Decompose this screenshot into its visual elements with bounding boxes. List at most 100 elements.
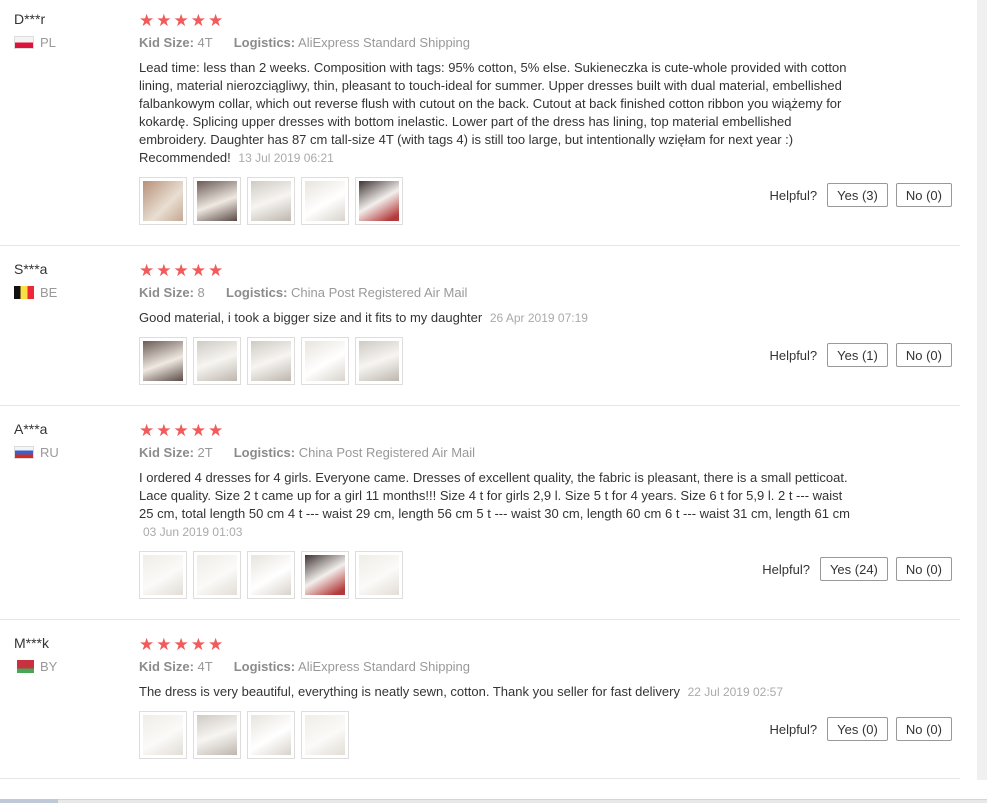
review-text-block: The dress is very beautiful, everything … [139, 683, 859, 701]
review-photo[interactable] [301, 177, 349, 225]
helpful-yes-button[interactable]: Yes (0) [827, 717, 888, 741]
helpful-yes-button[interactable]: Yes (24) [819, 557, 888, 581]
review-item: M***k BY ★★★★★ Kid Size: 4T Logistics: A… [0, 635, 960, 779]
country-code: BE [40, 285, 58, 300]
review-content: ★★★★★ Kid Size: 4T Logistics: AliExpress… [139, 11, 859, 225]
logistics-label: Logistics: [233, 659, 296, 674]
helpful-label: Helpful? [769, 187, 818, 203]
horizontal-scrollbar[interactable] [0, 799, 987, 803]
reviewer-country: BY [14, 659, 57, 674]
review-photo[interactable] [193, 551, 241, 599]
review-photo[interactable] [301, 337, 349, 385]
review-content: ★★★★★ Kid Size: 8 Logistics: China Post … [139, 261, 859, 385]
belgium-flag-icon [14, 286, 34, 299]
reviewer-country: BE [14, 285, 57, 300]
scrollbar-thumb[interactable] [0, 799, 58, 803]
helpful-label: Helpful? [769, 721, 818, 737]
review-photo[interactable] [247, 711, 295, 759]
kid-size-value: 8 [197, 285, 205, 300]
rating-stars: ★★★★★ [139, 421, 226, 440]
review-date: 26 Apr 2019 07:19 [489, 311, 588, 325]
review-photo[interactable] [193, 337, 241, 385]
logistics-value: AliExpress Standard Shipping [298, 35, 471, 50]
review-photo[interactable] [301, 551, 349, 599]
logistics-label: Logistics: [233, 35, 296, 50]
kid-size-label: Kid Size: [139, 285, 194, 300]
country-code: RU [40, 445, 59, 460]
helpful-vote: Helpful? Yes (1) No (0) [769, 343, 952, 367]
review-photo[interactable] [355, 551, 403, 599]
helpful-vote: Helpful? Yes (0) No (0) [769, 717, 952, 741]
review-photos [139, 177, 859, 225]
logistics-value: AliExpress Standard Shipping [298, 659, 471, 674]
review-photo[interactable] [247, 551, 295, 599]
helpful-yes-button[interactable]: Yes (1) [827, 343, 888, 367]
review-photos [139, 551, 859, 599]
review-date: 22 Jul 2019 02:57 [687, 685, 784, 699]
review-meta: Kid Size: 4T Logistics: AliExpress Stand… [139, 35, 859, 50]
belarus-flag-icon [14, 660, 34, 673]
logistics-value: China Post Registered Air Mail [291, 285, 468, 300]
kid-size-value: 4T [197, 659, 213, 674]
russia-flag-icon [14, 446, 34, 459]
logistics-value: China Post Registered Air Mail [298, 445, 476, 460]
review-text: Lead time: less than 2 weeks. Compositio… [139, 60, 847, 165]
review-photo[interactable] [139, 551, 187, 599]
reviewer-name: D***r [14, 11, 46, 27]
review-photos [139, 337, 859, 385]
kid-size-label: Kid Size: [139, 35, 194, 50]
review-photo[interactable] [247, 177, 295, 225]
review-content: ★★★★★ Kid Size: 4T Logistics: AliExpress… [139, 635, 859, 759]
review-text: I ordered 4 dresses for 4 girls. Everyon… [139, 470, 850, 521]
review-item: S***a BE ★★★★★ Kid Size: 8 Logistics: Ch… [0, 261, 960, 406]
review-text-block: Good material, i took a bigger size and … [139, 309, 859, 327]
helpful-vote: Helpful? Yes (3) No (0) [769, 183, 952, 207]
vertical-scrollbar[interactable] [977, 0, 987, 780]
review-photo[interactable] [355, 337, 403, 385]
review-photo[interactable] [139, 177, 187, 225]
review-text: The dress is very beautiful, everything … [139, 684, 680, 699]
review-photos [139, 711, 859, 759]
helpful-label: Helpful? [762, 561, 810, 577]
review-date: 03 Jun 2019 01:03 [143, 525, 243, 539]
reviewer-name: S***a [14, 261, 48, 277]
country-code: BY [40, 659, 58, 674]
helpful-no-button[interactable]: No (0) [895, 717, 952, 741]
review-text-block: Lead time: less than 2 weeks. Compositio… [139, 59, 859, 167]
reviewer-country: RU [14, 445, 59, 460]
review-content: ★★★★★ Kid Size: 2T Logistics: China Post… [139, 421, 859, 599]
reviewer-name: A***a [14, 421, 48, 437]
helpful-no-button[interactable]: No (0) [895, 183, 952, 207]
review-item: D***r PL ★★★★★ Kid Size: 4T Logistics: A… [0, 11, 960, 246]
review-photo[interactable] [193, 177, 241, 225]
review-meta: Kid Size: 2T Logistics: China Post Regis… [139, 445, 859, 460]
helpful-no-button[interactable]: No (0) [895, 343, 952, 367]
review-text: Good material, i took a bigger size and … [139, 310, 483, 325]
helpful-vote: Helpful? Yes (24) No (0) [762, 557, 952, 581]
review-photo[interactable] [247, 337, 295, 385]
logistics-label: Logistics: [233, 445, 296, 460]
kid-size-value: 4T [197, 35, 213, 50]
reviewer-country: PL [14, 35, 56, 50]
country-code: PL [40, 35, 56, 50]
helpful-no-button[interactable]: No (0) [895, 557, 952, 581]
review-photo[interactable] [139, 711, 187, 759]
kid-size-value: 2T [197, 445, 213, 460]
review-photo[interactable] [355, 177, 403, 225]
rating-stars: ★★★★★ [139, 11, 226, 30]
rating-stars: ★★★★★ [139, 261, 226, 280]
kid-size-label: Kid Size: [139, 659, 194, 674]
logistics-label: Logistics: [226, 285, 288, 300]
poland-flag-icon [14, 36, 34, 49]
kid-size-label: Kid Size: [139, 445, 194, 460]
review-text-block: I ordered 4 dresses for 4 girls. Everyon… [139, 469, 859, 541]
review-meta: Kid Size: 8 Logistics: China Post Regist… [139, 285, 859, 300]
review-photo[interactable] [193, 711, 241, 759]
review-photo[interactable] [139, 337, 187, 385]
helpful-yes-button[interactable]: Yes (3) [827, 183, 888, 207]
helpful-label: Helpful? [769, 347, 818, 363]
review-photo[interactable] [301, 711, 349, 759]
review-date: 13 Jul 2019 06:21 [238, 151, 334, 165]
reviewer-name: M***k [14, 635, 50, 651]
review-item: A***a RU ★★★★★ Kid Size: 2T Logistics: C… [0, 421, 960, 620]
